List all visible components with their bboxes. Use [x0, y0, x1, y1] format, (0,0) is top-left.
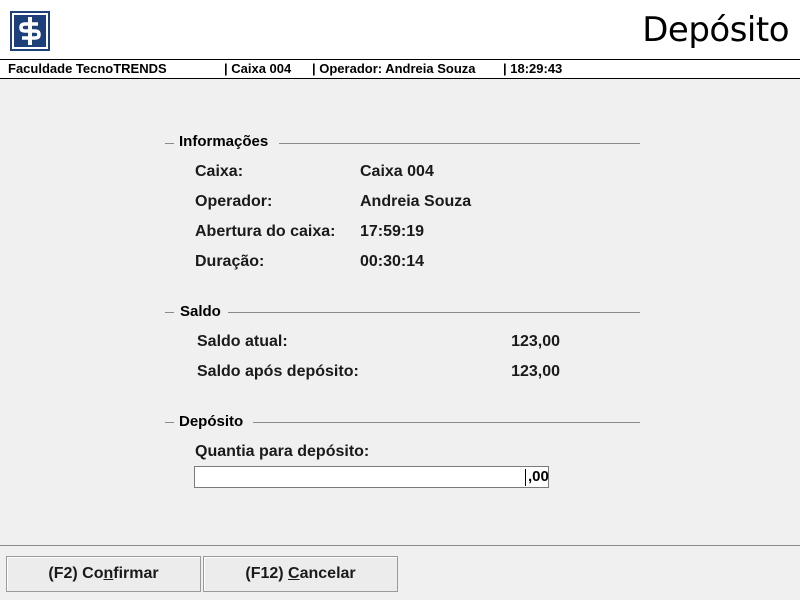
cancel-label-post: ancelar	[299, 565, 356, 582]
info-value-operador: Andreia Souza	[360, 193, 472, 210]
info-label-abertura: Abertura do caixa:	[195, 223, 336, 240]
status-time: | 18:29:43	[503, 61, 563, 76]
group-title-informacoes: Informações	[179, 133, 269, 150]
cancel-label-pre: (F12)	[245, 565, 289, 582]
deposit-amount-input[interactable]	[194, 466, 528, 488]
info-label-caixa: Caixa:	[195, 163, 244, 180]
group-line	[279, 143, 640, 144]
confirm-label-pre: (F2) Co	[48, 565, 104, 582]
group-line	[253, 422, 640, 423]
app-logo	[10, 11, 50, 51]
page-title: Depósito	[642, 10, 789, 50]
group-line	[165, 312, 174, 313]
cancel-mnemonic: C	[288, 565, 300, 582]
info-value-abertura: 17:59:19	[360, 223, 425, 240]
saldo-label-apos-deposito: Saldo após depósito:	[197, 363, 359, 380]
header: Depósito	[0, 0, 800, 60]
group-line	[165, 422, 174, 423]
saldo-label-atual: Saldo atual:	[197, 333, 288, 350]
status-bar: Faculdade TecnoTRENDS | Caixa 004 | Oper…	[0, 60, 800, 79]
group-title-saldo: Saldo	[180, 303, 221, 320]
text-caret	[525, 469, 526, 486]
dollar-sign-icon	[19, 17, 41, 45]
status-institution: Faculdade TecnoTRENDS	[8, 61, 167, 76]
group-line	[165, 143, 174, 144]
info-value-caixa: Caixa 004	[360, 163, 434, 180]
status-operator: | Operador: Andreia Souza	[312, 61, 476, 76]
group-title-deposito: Depósito	[179, 413, 244, 430]
confirm-button[interactable]: (F2) Confirmar	[6, 556, 201, 592]
info-label-duracao: Duração:	[195, 253, 265, 270]
info-value-duracao: 00:30:14	[360, 253, 425, 270]
confirm-label-post: firmar	[113, 565, 159, 582]
confirm-mnemonic: n	[103, 565, 114, 582]
footer-divider	[0, 545, 800, 546]
amount-decimals: ,00	[528, 466, 549, 488]
group-line	[228, 312, 640, 313]
cancel-button[interactable]: (F12) Cancelar	[203, 556, 398, 592]
saldo-value-atual: 123,00	[511, 333, 560, 350]
info-label-operador: Operador:	[195, 193, 273, 210]
amount-label: Quantia para depósito:	[195, 443, 370, 460]
saldo-value-apos-deposito: 123,00	[511, 363, 560, 380]
status-register: | Caixa 004	[224, 61, 292, 76]
